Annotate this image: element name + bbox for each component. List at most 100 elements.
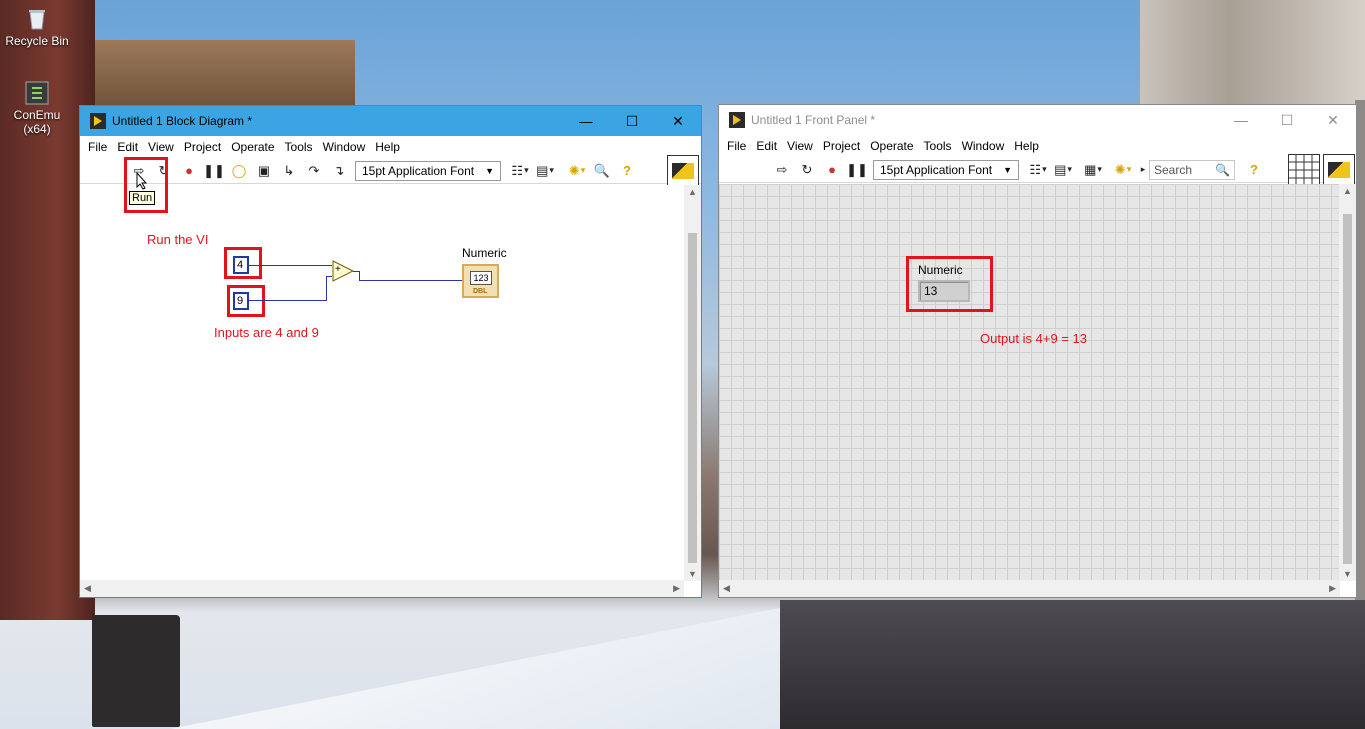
chevron-down-icon: ▼	[485, 166, 494, 176]
menu-view[interactable]: View	[143, 140, 179, 154]
background-street-right	[780, 600, 1365, 729]
background-trash-bin	[92, 615, 180, 727]
distribute-objects-icon[interactable]: ▤	[1054, 161, 1072, 179]
indicator-glyph: 123	[470, 271, 492, 285]
background-snowy-street	[170, 600, 820, 729]
scroll-left-icon[interactable]: ◀	[723, 583, 730, 594]
pause-icon[interactable]: ❚❚	[205, 162, 223, 180]
menu-operate[interactable]: Operate	[226, 140, 279, 154]
horizontal-scrollbar[interactable]: ◀ ▶	[80, 580, 684, 597]
font-select[interactable]: 15pt Application Font ▼	[873, 160, 1019, 180]
window-title: Untitled 1 Block Diagram *	[112, 114, 252, 128]
horizontal-scrollbar[interactable]: ◀ ▶	[719, 580, 1340, 597]
menu-operate[interactable]: Operate	[865, 139, 918, 153]
annotation-inputs: Inputs are 4 and 9	[214, 325, 319, 340]
abort-icon[interactable]: ●	[823, 161, 841, 179]
menubar: File Edit View Project Operate Tools Win…	[719, 135, 1356, 157]
scroll-down-icon[interactable]: ▼	[688, 569, 697, 579]
wire-out-vertical[interactable]	[359, 271, 360, 280]
maximize-button[interactable]: ☐	[1264, 105, 1310, 135]
menu-edit[interactable]: Edit	[751, 139, 782, 153]
vertical-scrollbar[interactable]: ▲ ▼	[684, 185, 701, 581]
desktop-icon-label: Recycle Bin	[5, 34, 68, 48]
step-into-icon[interactable]: ↳	[280, 162, 298, 180]
scroll-left-icon[interactable]: ◀	[84, 583, 91, 594]
vertical-scrollbar[interactable]: ▲ ▼	[1339, 184, 1356, 581]
scroll-thumb[interactable]	[1343, 214, 1352, 564]
align-objects-icon[interactable]: ☷	[511, 162, 529, 180]
font-select-value: 15pt Application Font	[362, 164, 474, 178]
align-objects-icon[interactable]: ☷	[1029, 161, 1047, 179]
close-button[interactable]: ✕	[655, 106, 701, 136]
pause-icon[interactable]: ❚❚	[848, 161, 866, 179]
highlight-execution-icon[interactable]: ◯	[230, 162, 248, 180]
add-symbol: +	[335, 264, 341, 275]
close-button[interactable]: ✕	[1310, 105, 1356, 135]
mouse-cursor-icon	[136, 172, 148, 190]
abort-icon[interactable]: ●	[180, 162, 198, 180]
context-help-icon[interactable]: ?	[1245, 161, 1263, 179]
desktop-icon-label: ConEmu (x64)	[14, 108, 61, 136]
menu-tools[interactable]: Tools	[280, 140, 318, 154]
labview-app-icon	[729, 112, 745, 128]
search-input[interactable]: Search 🔍	[1149, 160, 1235, 180]
scroll-up-icon[interactable]: ▲	[688, 187, 697, 197]
menu-file[interactable]: File	[722, 139, 751, 153]
wire-out[interactable]	[359, 280, 466, 281]
wire-b[interactable]	[249, 300, 326, 301]
indicator-label: Numeric	[462, 246, 507, 260]
window-title: Untitled 1 Front Panel *	[751, 113, 875, 127]
scroll-up-icon[interactable]: ▲	[1343, 186, 1352, 196]
menu-window[interactable]: Window	[957, 139, 1010, 153]
menu-project[interactable]: Project	[179, 140, 226, 154]
retain-wire-values-icon[interactable]: ▣	[255, 162, 273, 180]
block-diagram-titlebar[interactable]: Untitled 1 Block Diagram * — ☐ ✕	[80, 106, 701, 136]
menu-file[interactable]: File	[83, 140, 112, 154]
scroll-right-icon[interactable]: ▶	[673, 583, 680, 594]
menu-tools[interactable]: Tools	[919, 139, 957, 153]
labview-app-icon	[90, 113, 106, 129]
context-help-icon[interactable]: ?	[618, 162, 636, 180]
toolbar: ⇨ ↻ ● ❚❚ ◯ ▣ ↳ ↷ ↴ 15pt Application Font…	[80, 158, 701, 184]
menu-project[interactable]: Project	[818, 139, 865, 153]
menu-help[interactable]: Help	[1009, 139, 1044, 153]
scroll-thumb[interactable]	[688, 233, 697, 563]
step-over-icon[interactable]: ↷	[305, 162, 323, 180]
minimize-button[interactable]: —	[1218, 105, 1264, 135]
annotation-run-vi: Run the VI	[147, 232, 208, 247]
indicator-type: DBL	[473, 288, 487, 295]
search-icon[interactable]: 🔍	[593, 162, 611, 180]
run-arrow-icon[interactable]: ⇨	[773, 161, 791, 179]
menu-window[interactable]: Window	[318, 140, 371, 154]
wire-b-vertical[interactable]	[326, 276, 327, 301]
run-continuously-icon[interactable]: ↻	[798, 161, 816, 179]
reorder-icon[interactable]: ✺	[1114, 161, 1132, 179]
search-icon: 🔍	[1215, 163, 1230, 177]
recycle-bin-icon	[24, 6, 50, 32]
menu-edit[interactable]: Edit	[112, 140, 143, 154]
step-out-icon[interactable]: ↴	[330, 162, 348, 180]
minimize-button[interactable]: —	[563, 106, 609, 136]
scroll-down-icon[interactable]: ▼	[1343, 569, 1352, 579]
reorder-icon[interactable]: ✺	[568, 162, 586, 180]
numeric-indicator-terminal[interactable]: 123 DBL	[462, 264, 499, 298]
numeric-indicator[interactable]: 13	[918, 280, 970, 302]
maximize-button[interactable]: ☐	[609, 106, 655, 136]
resize-objects-icon[interactable]: ▦	[1084, 161, 1102, 179]
numeric-constant-9[interactable]: 9	[233, 292, 249, 310]
connector-pane-icon[interactable]	[1288, 154, 1320, 186]
front-panel-titlebar[interactable]: Untitled 1 Front Panel * — ☐ ✕	[719, 105, 1356, 135]
scroll-right-icon[interactable]: ▶	[1329, 583, 1336, 594]
numeric-constant-4[interactable]: 4	[233, 256, 249, 274]
toolbar: ⇨ ↻ ● ❚❚ 15pt Application Font ▼ ☷ ▤ ▦ ✺…	[719, 157, 1356, 183]
desktop-icon-recycle-bin[interactable]: Recycle Bin	[0, 6, 74, 48]
distribute-objects-icon[interactable]: ▤	[536, 162, 554, 180]
menu-help[interactable]: Help	[370, 140, 405, 154]
wire-a[interactable]	[249, 265, 332, 266]
font-select[interactable]: 15pt Application Font ▼	[355, 161, 501, 181]
menu-view[interactable]: View	[782, 139, 818, 153]
menubar: File Edit View Project Operate Tools Win…	[80, 136, 701, 158]
desktop-icon-conemu[interactable]: ConEmu (x64)	[0, 80, 74, 136]
background-building-right	[1140, 0, 1365, 110]
front-panel-canvas[interactable]	[719, 184, 1340, 581]
